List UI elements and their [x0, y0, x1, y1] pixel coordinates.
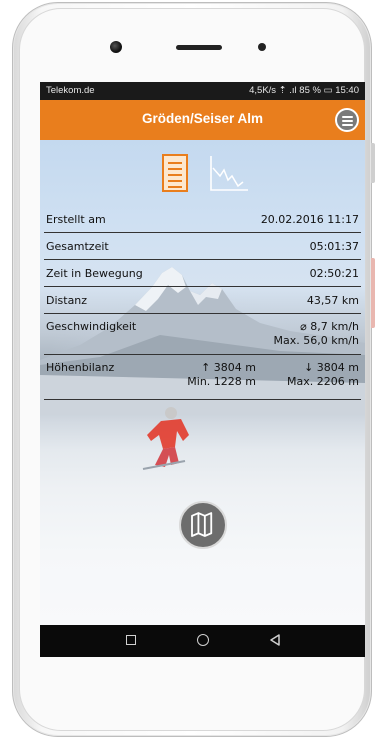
stats-table: Erstellt am 20.02.2016 11:17 Gesamtzeit …	[44, 206, 361, 400]
stat-label: Distanz	[46, 294, 88, 307]
carrier-label: Telekom.de	[46, 85, 95, 96]
stat-row-distanz: Distanz 43,57 km	[44, 287, 361, 314]
power-button	[371, 258, 375, 328]
status-indicators: 4,5K/s ⇡ .ıl 85 % ▭ 15:40	[249, 85, 359, 96]
map-button[interactable]	[179, 501, 227, 549]
stat-value: ⌀ 8,7 km/h Max. 56,0 km/h	[274, 320, 360, 348]
stat-label: Höhenbilanz	[46, 361, 115, 374]
elevation-up: ↑ 3804 m	[201, 361, 256, 374]
page-title: Gröden/Seiser Alm	[141, 111, 264, 126]
elevation-max: Max. 2206 m	[287, 375, 359, 388]
list-icon[interactable]	[162, 154, 188, 192]
content-area: Erstellt am 20.02.2016 11:17 Gesamtzeit …	[40, 140, 365, 625]
stat-value: 20.02.2016 11:17	[260, 213, 359, 226]
speed-max: Max. 56,0 km/h	[273, 334, 360, 347]
front-camera	[110, 41, 122, 53]
elevation-up-column: ↑ 3804 m Min. 1228 m	[187, 361, 256, 389]
hamburger-menu-icon[interactable]	[335, 108, 359, 132]
elevation-min: Min. 1228 m	[187, 375, 256, 388]
elevation-down-column: ↓ 3804 m Max. 2206 m	[287, 361, 359, 389]
volume-button	[371, 143, 375, 183]
back-icon[interactable]	[268, 633, 282, 647]
stat-label: Geschwindigkeit	[46, 320, 137, 333]
app-bar: Gröden/Seiser Alm	[40, 100, 365, 140]
elevation-down: ↓ 3804 m	[304, 361, 359, 374]
recent-apps-icon[interactable]	[126, 635, 136, 645]
stat-value: 43,57 km	[306, 294, 359, 307]
status-bar: Telekom.de 4,5K/s ⇡ .ıl 85 % ▭ 15:40	[40, 82, 365, 100]
skier-image	[142, 407, 189, 470]
speed-avg: ⌀ 8,7 km/h	[300, 320, 359, 333]
map-icon	[191, 512, 213, 537]
stat-row-hoehenbilanz: Höhenbilanz ↑ 3804 m Min. 1228 m ↓ 3804 …	[44, 355, 361, 400]
android-nav-bar	[40, 625, 365, 657]
stat-row-bewegung: Zeit in Bewegung 02:50:21	[44, 260, 361, 287]
stat-label: Zeit in Bewegung	[46, 267, 143, 280]
phone-screen: Telekom.de 4,5K/s ⇡ .ıl 85 % ▭ 15:40 Grö…	[40, 82, 365, 657]
stat-value: 02:50:21	[309, 267, 359, 280]
stat-label: Gesamtzeit	[46, 240, 109, 253]
elevation-chart-icon[interactable]	[208, 154, 250, 194]
view-toggle	[40, 154, 365, 194]
stat-row-geschwindigkeit: Geschwindigkeit ⌀ 8,7 km/h Max. 56,0 km/…	[44, 314, 361, 355]
stat-row-gesamtzeit: Gesamtzeit 05:01:37	[44, 233, 361, 260]
stat-label: Erstellt am	[46, 213, 106, 226]
earpiece-speaker	[176, 45, 222, 50]
stat-value: 05:01:37	[309, 240, 359, 253]
proximity-sensor	[258, 43, 266, 51]
home-icon[interactable]	[197, 634, 209, 646]
stat-row-erstellt: Erstellt am 20.02.2016 11:17	[44, 206, 361, 233]
